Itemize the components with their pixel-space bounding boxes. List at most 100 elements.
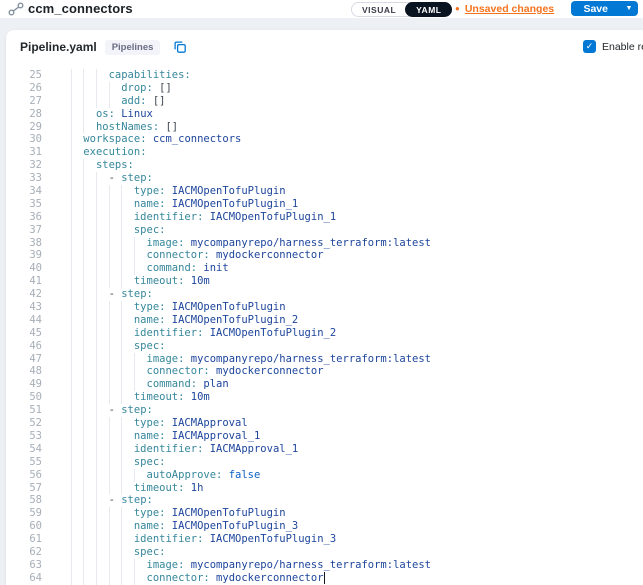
code-line[interactable]: 63 image: mycompanyrepo/harness_terrafor… bbox=[6, 559, 643, 572]
yaml-token-key: step: bbox=[121, 404, 153, 416]
unsaved-changes-link[interactable]: ● Unsaved changes bbox=[455, 3, 554, 15]
yaml-token-val: Linux bbox=[115, 108, 153, 120]
code-text[interactable]: identifier: IACMOpenTofuPlugin_1 bbox=[58, 211, 643, 224]
code-line[interactable]: 50 timeout: 10m bbox=[6, 391, 643, 404]
enable-readonly-checkbox[interactable]: ✓ bbox=[583, 40, 596, 53]
code-text[interactable]: connector: mydockerconnector bbox=[58, 249, 643, 262]
code-line[interactable]: 64 connector: mydockerconnector bbox=[6, 572, 643, 585]
code-text[interactable]: - step: bbox=[58, 494, 643, 507]
code-text[interactable]: type: IACMApproval bbox=[58, 417, 643, 430]
code-line[interactable]: 54 identifier: IACMApproval_1 bbox=[6, 443, 643, 456]
code-line[interactable]: 60 name: IACMOpenTofuPlugin_3 bbox=[6, 520, 643, 533]
save-button[interactable]: Save bbox=[571, 1, 620, 16]
save-dropdown-button[interactable]: ▼ bbox=[620, 1, 638, 16]
code-text[interactable]: image: mycompanyrepo/harness_terraform:l… bbox=[58, 237, 643, 250]
code-text[interactable]: connector: mydockerconnector bbox=[58, 572, 643, 585]
code-line[interactable]: 53 name: IACMApproval_1 bbox=[6, 430, 643, 443]
code-text[interactable]: hostNames: [] bbox=[58, 121, 643, 134]
code-line[interactable]: 27 add: [] bbox=[6, 95, 643, 108]
code-text[interactable]: steps: bbox=[58, 159, 643, 172]
code-line[interactable]: 45 identifier: IACMOpenTofuPlugin_2 bbox=[6, 327, 643, 340]
code-text[interactable]: - step: bbox=[58, 404, 643, 417]
code-line[interactable]: 52 type: IACMApproval bbox=[6, 417, 643, 430]
code-text[interactable]: identifier: IACMOpenTofuPlugin_2 bbox=[58, 327, 643, 340]
code-text[interactable]: autoApprove: false bbox=[58, 469, 643, 482]
code-line[interactable]: 40 command: init bbox=[6, 262, 643, 275]
code-text[interactable]: identifier: IACMOpenTofuPlugin_3 bbox=[58, 533, 643, 546]
code-line[interactable]: 44 name: IACMOpenTofuPlugin_2 bbox=[6, 314, 643, 327]
code-line[interactable]: 39 connector: mydockerconnector bbox=[6, 249, 643, 262]
indent-guide bbox=[71, 340, 72, 353]
code-text[interactable]: type: IACMOpenTofuPlugin bbox=[58, 185, 643, 198]
code-line[interactable]: 57 timeout: 1h bbox=[6, 482, 643, 495]
code-text[interactable]: command: init bbox=[58, 262, 643, 275]
code-text[interactable]: name: IACMOpenTofuPlugin_2 bbox=[58, 314, 643, 327]
code-text[interactable]: command: plan bbox=[58, 378, 643, 391]
code-text[interactable]: name: IACMOpenTofuPlugin_1 bbox=[58, 198, 643, 211]
code-text[interactable]: spec: bbox=[58, 456, 643, 469]
code-line[interactable]: 48 connector: mydockerconnector bbox=[6, 365, 643, 378]
code-line[interactable]: 46 spec: bbox=[6, 340, 643, 353]
code-text[interactable]: timeout: 1h bbox=[58, 482, 643, 495]
code-line[interactable]: 32 steps: bbox=[6, 159, 643, 172]
code-text[interactable]: type: IACMOpenTofuPlugin bbox=[58, 507, 643, 520]
code-line[interactable]: 43 type: IACMOpenTofuPlugin bbox=[6, 301, 643, 314]
indent-guide bbox=[71, 546, 72, 559]
code-line[interactable]: 55 spec: bbox=[6, 456, 643, 469]
code-text[interactable]: image: mycompanyrepo/harness_terraform:l… bbox=[58, 353, 643, 366]
code-text[interactable]: - step: bbox=[58, 288, 643, 301]
code-text[interactable]: identifier: IACMApproval_1 bbox=[58, 443, 643, 456]
code-line[interactable]: 35 name: IACMOpenTofuPlugin_1 bbox=[6, 198, 643, 211]
line-number: 53 bbox=[6, 430, 52, 443]
code-text[interactable]: name: IACMApproval_1 bbox=[58, 430, 643, 443]
code-text[interactable]: drop: [] bbox=[58, 82, 643, 95]
code-line[interactable]: 62 spec: bbox=[6, 546, 643, 559]
yaml-tab[interactable]: YAML bbox=[405, 2, 452, 17]
code-line[interactable]: 31 execution: bbox=[6, 146, 643, 159]
yaml-editor[interactable]: 25 capabilities:26 drop: []27 add: []28 … bbox=[6, 66, 643, 585]
code-text[interactable]: spec: bbox=[58, 546, 643, 559]
code-text[interactable]: spec: bbox=[58, 340, 643, 353]
code-text[interactable]: add: [] bbox=[58, 95, 643, 108]
code-line[interactable]: 26 drop: [] bbox=[6, 82, 643, 95]
indent-guide bbox=[96, 275, 97, 288]
indent-guide bbox=[71, 82, 72, 95]
indent-guide bbox=[134, 378, 135, 391]
copy-button[interactable] bbox=[173, 40, 187, 54]
yaml-token-key: connector: bbox=[147, 365, 210, 377]
code-line[interactable]: 37 spec: bbox=[6, 224, 643, 237]
code-line[interactable]: 42 - step: bbox=[6, 288, 643, 301]
code-line[interactable]: 41 timeout: 10m bbox=[6, 275, 643, 288]
code-line[interactable]: 58 - step: bbox=[6, 494, 643, 507]
code-line[interactable]: 56 autoApprove: false bbox=[6, 469, 643, 482]
code-text[interactable]: type: IACMOpenTofuPlugin bbox=[58, 301, 643, 314]
code-text[interactable]: execution: bbox=[58, 146, 643, 159]
code-text[interactable]: workspace: ccm_connectors bbox=[58, 133, 643, 146]
code-text[interactable]: os: Linux bbox=[58, 108, 643, 121]
visual-tab[interactable]: VISUAL bbox=[352, 3, 406, 16]
code-text[interactable]: timeout: 10m bbox=[58, 275, 643, 288]
code-text[interactable]: connector: mydockerconnector bbox=[58, 365, 643, 378]
code-line[interactable]: 28 os: Linux bbox=[6, 108, 643, 121]
code-line[interactable]: 29 hostNames: [] bbox=[6, 121, 643, 134]
code-line[interactable]: 25 capabilities: bbox=[6, 69, 643, 82]
code-line[interactable]: 33 - step: bbox=[6, 172, 643, 185]
code-line[interactable]: 49 command: plan bbox=[6, 378, 643, 391]
indent-guide bbox=[96, 378, 97, 391]
code-line[interactable]: 36 identifier: IACMOpenTofuPlugin_1 bbox=[6, 211, 643, 224]
code-line[interactable]: 34 type: IACMOpenTofuPlugin bbox=[6, 185, 643, 198]
code-line[interactable]: 47 image: mycompanyrepo/harness_terrafor… bbox=[6, 353, 643, 366]
code-text[interactable]: image: mycompanyrepo/harness_terraform:l… bbox=[58, 559, 643, 572]
code-line[interactable]: 59 type: IACMOpenTofuPlugin bbox=[6, 507, 643, 520]
code-line[interactable]: 38 image: mycompanyrepo/harness_terrafor… bbox=[6, 237, 643, 250]
yaml-token-key: type: bbox=[134, 507, 166, 519]
code-text[interactable]: - step: bbox=[58, 172, 643, 185]
indent-guide bbox=[71, 172, 72, 185]
code-line[interactable]: 30 workspace: ccm_connectors bbox=[6, 133, 643, 146]
code-text[interactable]: capabilities: bbox=[58, 69, 643, 82]
code-text[interactable]: timeout: 10m bbox=[58, 391, 643, 404]
code-line[interactable]: 51 - step: bbox=[6, 404, 643, 417]
code-text[interactable]: name: IACMOpenTofuPlugin_3 bbox=[58, 520, 643, 533]
code-line[interactable]: 61 identifier: IACMOpenTofuPlugin_3 bbox=[6, 533, 643, 546]
code-text[interactable]: spec: bbox=[58, 224, 643, 237]
